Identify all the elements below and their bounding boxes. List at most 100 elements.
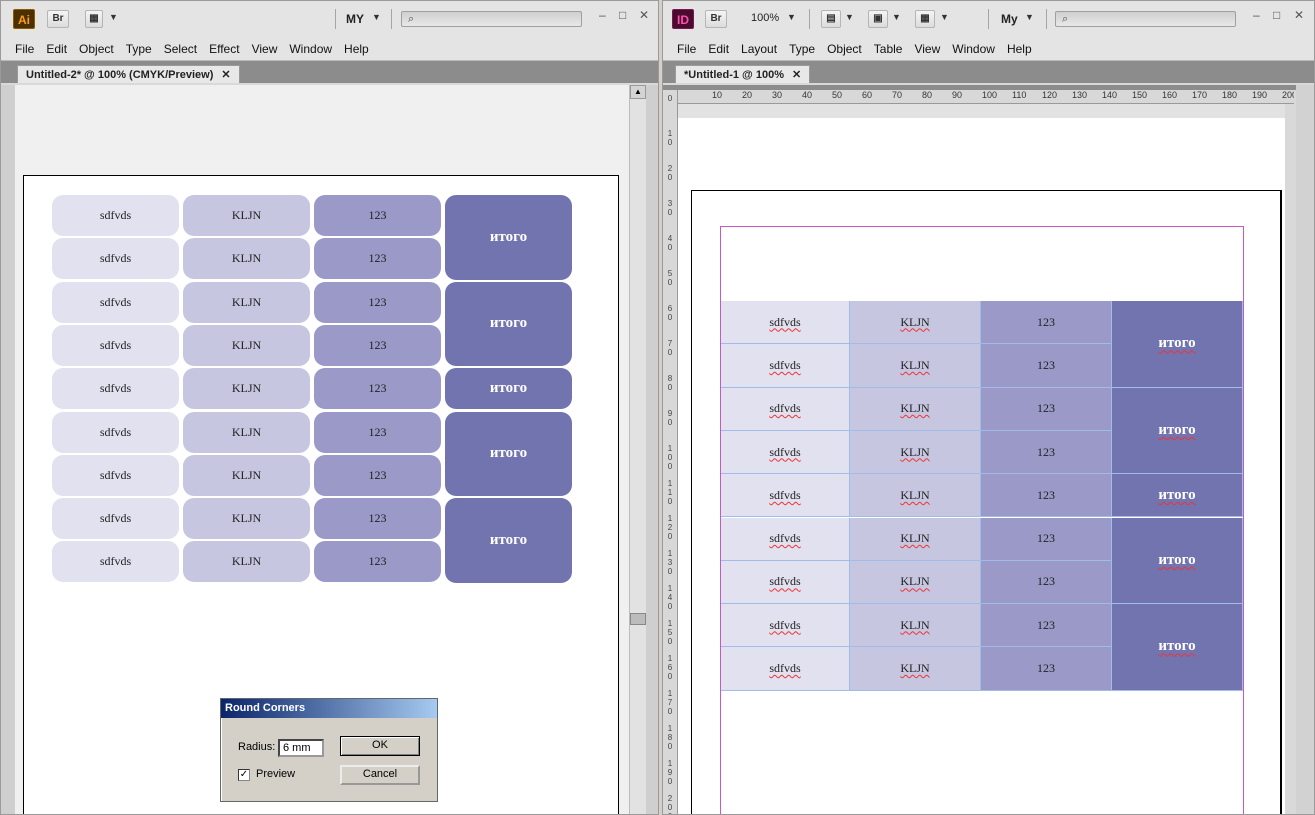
close-tab-icon[interactable]: ✕ — [792, 69, 801, 81]
menu-layout[interactable]: Layout — [735, 42, 783, 56]
cell-total[interactable]: итого — [1112, 604, 1243, 691]
ai-menu-bar: File Edit Object Type Select Effect View… — [1, 37, 658, 61]
cell-number[interactable]: 123 — [981, 344, 1112, 388]
cell-code[interactable]: KLJN — [850, 301, 981, 345]
menu-select[interactable]: Select — [158, 42, 203, 56]
cell-number: 123 — [314, 238, 441, 280]
bridge-button[interactable]: Br — [47, 10, 69, 28]
minimize-icon[interactable]: – — [599, 8, 606, 22]
cell-name[interactable]: sdfvds — [721, 301, 850, 345]
menu-object[interactable]: Object — [821, 42, 868, 56]
cell-code[interactable]: KLJN — [850, 517, 981, 561]
cell-name[interactable]: sdfvds — [721, 604, 850, 648]
cell-text: KLJN — [900, 444, 930, 459]
vertical-scrollbar[interactable]: ▲ — [629, 85, 646, 814]
restore-icon[interactable]: □ — [1273, 8, 1280, 22]
zoom-level[interactable]: 100% — [751, 12, 779, 24]
cell-name: sdfvds — [52, 498, 179, 540]
ruler-tick-label: 170 — [1192, 90, 1208, 100]
cell-number: 123 — [314, 541, 441, 583]
menu-view[interactable]: View — [246, 42, 284, 56]
cell-number[interactable]: 123 — [981, 560, 1112, 605]
ok-button[interactable]: OK — [340, 736, 420, 756]
menu-effect[interactable]: Effect — [203, 42, 245, 56]
menu-edit[interactable]: Edit — [40, 42, 73, 56]
tab-untitled-1[interactable]: *Untitled-1 @ 100% ✕ — [675, 65, 811, 83]
horizontal-ruler[interactable]: 10 20 30 40 50 60 70 80 90 100 110 120 130 140 150 160 1… — [678, 90, 1294, 104]
cell-name[interactable]: sdfvds — [721, 474, 850, 518]
ruler-tick-label: 180 — [667, 724, 673, 751]
chevron-down-icon[interactable]: ▼ — [1025, 12, 1034, 22]
cell-code[interactable]: KLJN — [850, 604, 981, 648]
search-input[interactable]: ⌕ — [401, 11, 582, 27]
menu-file[interactable]: File — [671, 42, 702, 56]
view-options-icon[interactable]: ▤ — [821, 10, 841, 28]
cell-code[interactable]: KLJN — [850, 430, 981, 475]
cancel-button[interactable]: Cancel — [340, 765, 420, 785]
cell-code[interactable]: KLJN — [850, 344, 981, 388]
close-tab-icon[interactable]: ✕ — [221, 69, 230, 81]
chevron-down-icon[interactable]: ▼ — [892, 12, 901, 22]
minimize-icon[interactable]: – — [1253, 8, 1260, 22]
cell-code[interactable]: KLJN — [850, 387, 981, 431]
ruler-tick-label: 100 — [667, 444, 673, 471]
cell-name[interactable]: sdfvds — [721, 560, 850, 605]
cell-text: 123 — [1037, 357, 1055, 372]
chevron-down-icon[interactable]: ▼ — [940, 12, 949, 22]
menu-help[interactable]: Help — [338, 42, 375, 56]
arrange-documents-icon[interactable]: ▦ — [85, 10, 103, 28]
cell-name[interactable]: sdfvds — [721, 344, 850, 388]
menu-type[interactable]: Type — [783, 42, 821, 56]
search-input[interactable]: ⌕ — [1055, 11, 1236, 27]
tab-untitled-2[interactable]: Untitled-2* @ 100% (CMYK/Preview) ✕ — [17, 65, 240, 83]
workspace-switcher[interactable]: My — [1001, 12, 1018, 26]
chevron-down-icon[interactable]: ▼ — [109, 12, 118, 22]
cell-number[interactable]: 123 — [981, 474, 1112, 518]
menu-file[interactable]: File — [9, 42, 40, 56]
scroll-up-icon[interactable]: ▲ — [630, 85, 646, 99]
cell-code[interactable]: KLJN — [850, 474, 981, 518]
menu-edit[interactable]: Edit — [702, 42, 735, 56]
cell-number[interactable]: 123 — [981, 647, 1112, 691]
menu-window[interactable]: Window — [946, 42, 1001, 56]
cell-name[interactable]: sdfvds — [721, 430, 850, 475]
restore-icon[interactable]: □ — [619, 8, 626, 22]
cell-number[interactable]: 123 — [981, 387, 1112, 431]
cell-number[interactable]: 123 — [981, 301, 1112, 345]
close-icon[interactable]: ✕ — [1294, 8, 1304, 22]
chevron-down-icon[interactable]: ▼ — [372, 12, 381, 22]
menu-object[interactable]: Object — [73, 42, 120, 56]
cell-name[interactable]: sdfvds — [721, 647, 850, 691]
menu-type[interactable]: Type — [120, 42, 158, 56]
vertical-scrollbar[interactable] — [1296, 85, 1314, 814]
bridge-button[interactable]: Br — [705, 10, 727, 28]
cell-number[interactable]: 123 — [981, 604, 1112, 648]
cell-name[interactable]: sdfvds — [721, 387, 850, 431]
cell-total[interactable]: итого — [1112, 474, 1243, 518]
cell-code[interactable]: KLJN — [850, 560, 981, 605]
menu-view[interactable]: View — [908, 42, 946, 56]
chevron-down-icon[interactable]: ▼ — [787, 12, 796, 22]
cell-total[interactable]: итого — [1112, 387, 1243, 475]
cell-number[interactable]: 123 — [981, 430, 1112, 475]
menu-table[interactable]: Table — [868, 42, 909, 56]
vertical-ruler[interactable]: 0 10 20 30 40 50 60 70 80 90 100 110 120 130 140 150 160… — [663, 90, 678, 814]
ruler-tick-label: 120 — [1042, 90, 1058, 100]
cell-name[interactable]: sdfvds — [721, 517, 850, 561]
cell-text: 123 — [1037, 314, 1055, 329]
cell-number[interactable]: 123 — [981, 517, 1112, 561]
screen-mode-icon[interactable]: ▣ — [868, 10, 888, 28]
scroll-thumb[interactable] — [630, 613, 646, 625]
close-icon[interactable]: ✕ — [639, 8, 649, 22]
chevron-down-icon[interactable]: ▼ — [845, 12, 854, 22]
radius-label: Radius: — [238, 741, 276, 753]
cell-code[interactable]: KLJN — [850, 647, 981, 691]
arrange-documents-icon[interactable]: ▦ — [915, 10, 935, 28]
cell-total[interactable]: итого — [1112, 517, 1243, 605]
preview-checkbox[interactable]: ✓ — [238, 769, 250, 781]
radius-input[interactable]: 6 mm — [278, 739, 324, 757]
menu-window[interactable]: Window — [283, 42, 338, 56]
menu-help[interactable]: Help — [1001, 42, 1038, 56]
cell-total[interactable]: итого — [1112, 301, 1243, 388]
workspace-switcher[interactable]: MY — [346, 12, 364, 26]
